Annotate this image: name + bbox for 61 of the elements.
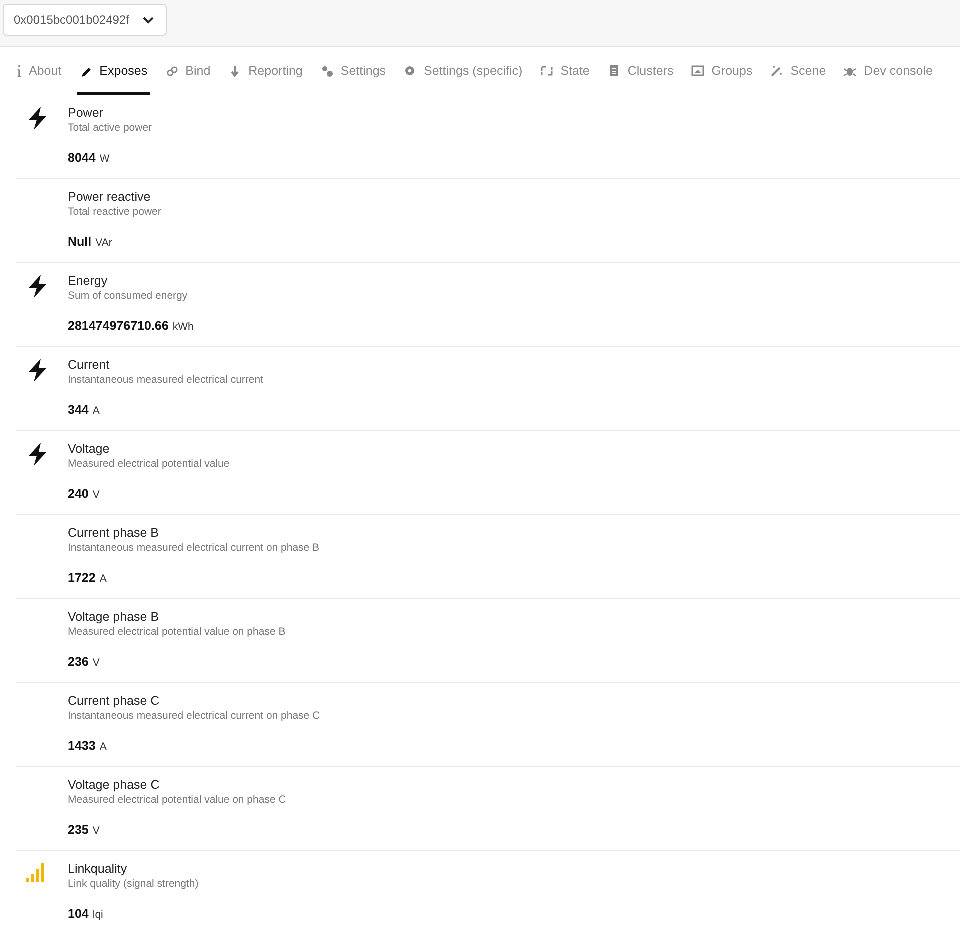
- tab[interactable]: Groups: [688, 47, 755, 95]
- unit-label: A: [100, 572, 107, 587]
- expose-description: Total active power: [68, 121, 152, 135]
- expose-name: Linkquality: [68, 861, 128, 877]
- lightning-bolt-icon: [26, 358, 50, 383]
- tab[interactable]: Scene: [768, 47, 828, 95]
- expose-description: Instantaneous measured electrical current: [68, 373, 264, 387]
- expose-description: Measured electrical potential value: [68, 457, 230, 471]
- expose-value: 240: [68, 486, 89, 503]
- expose-value: 235: [68, 822, 89, 839]
- unit-label: A: [100, 740, 107, 755]
- expose-name: Current phase C: [68, 693, 161, 709]
- unit-label: kWh: [172, 320, 194, 335]
- expose-value: 236: [68, 654, 89, 671]
- unit-label: A: [92, 404, 100, 419]
- image-icon: [690, 64, 705, 78]
- expose-value: 1433: [68, 738, 96, 755]
- lightning-bolt-icon: [26, 274, 50, 299]
- tab[interactable]: Settings (specific): [401, 47, 525, 95]
- expose-description: Total reactive power: [68, 205, 162, 219]
- unit-label: V: [92, 656, 100, 671]
- lightning-bolt-icon: [26, 442, 50, 467]
- tab[interactable]: About: [14, 47, 64, 95]
- tab[interactable]: Exposes: [76, 47, 150, 95]
- expose-value: Null: [68, 234, 92, 251]
- wand-icon: [770, 64, 784, 78]
- unit-label: V: [92, 488, 100, 503]
- expose-description: Instantaneous measured electrical current on phase B: [68, 541, 320, 555]
- expose-name: Power: [68, 105, 104, 121]
- unit-label: W: [100, 152, 110, 167]
- tab[interactable]: Bind: [162, 47, 213, 95]
- info-icon: [16, 64, 22, 78]
- expose-value: 8044: [68, 150, 96, 167]
- expose-description: Instantaneous measured electrical current on phase C: [68, 709, 320, 723]
- expose-value: 344: [68, 402, 89, 419]
- expose-name: Power reactive: [68, 189, 152, 205]
- expose-name: Voltage phase B: [68, 609, 160, 625]
- expose-value: 1722: [68, 570, 96, 587]
- expose-description: Link quality (signal strength): [68, 877, 199, 891]
- device-select[interactable]: 0x0015bc001b02492f: [3, 4, 167, 36]
- expose-name: Current: [68, 357, 111, 373]
- tab[interactable]: State: [538, 47, 592, 95]
- lightning-bolt-icon: [26, 106, 50, 131]
- unit-label: V: [92, 824, 100, 839]
- expose-description: Sum of consumed energy: [68, 289, 189, 303]
- unit-label: lqi: [92, 908, 104, 923]
- expose-name: Voltage: [68, 441, 111, 457]
- expose-name: Current phase B: [68, 525, 160, 541]
- expose-name: Voltage phase C: [68, 777, 161, 793]
- chevron-down-icon: [143, 16, 154, 24]
- tab[interactable]: Reporting: [226, 47, 305, 95]
- tab[interactable]: Clusters: [604, 47, 676, 95]
- link-icon: [164, 64, 179, 78]
- expose-value: 104: [68, 906, 89, 923]
- unit-label: VAr: [96, 236, 112, 251]
- tab[interactable]: Dev console: [841, 47, 935, 95]
- expose-description: Measured electrical potential value on phase B: [68, 625, 286, 639]
- tab[interactable]: Settings: [318, 47, 388, 95]
- expose-name: Energy: [68, 273, 109, 289]
- expose-description: Measured electrical potential value on phase C: [68, 793, 286, 807]
- expose-value: 281474976710.66: [68, 318, 169, 335]
